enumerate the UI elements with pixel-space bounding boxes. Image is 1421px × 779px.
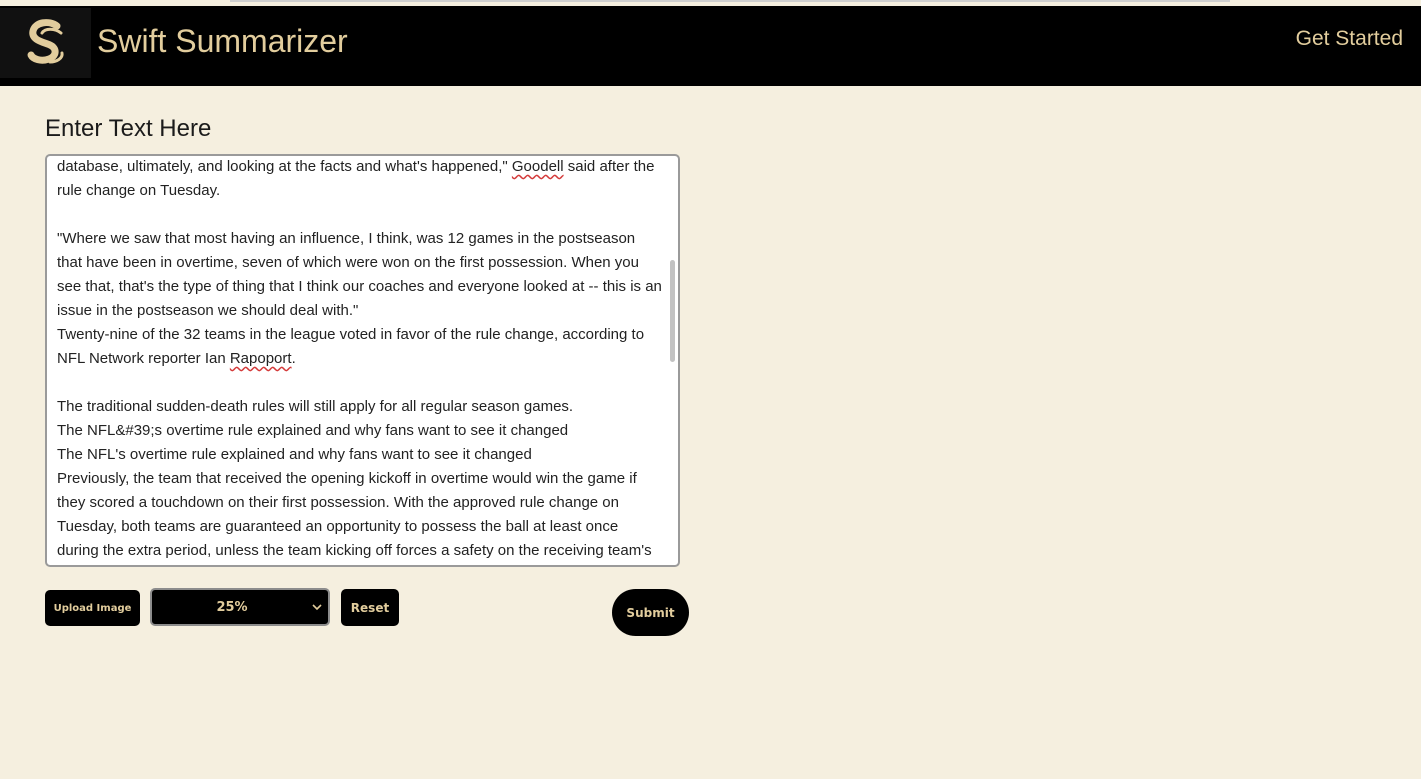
textarea-scrollbar[interactable] [670,260,675,362]
text-line [57,371,662,395]
text-line: database, ultimately, and looking at the… [57,158,655,199]
summary-ratio-select[interactable]: 25% [150,588,330,626]
header-bar: Swift Summarizer Get Started [0,6,1421,86]
section-title: Enter Text Here [45,115,212,142]
top-border-line [230,0,1230,2]
spellcheck-word: Goodell [511,158,564,175]
brand-title: Swift Summarizer [97,23,348,59]
text-input-content[interactable]: database, ultimately, and looking at the… [57,156,662,563]
text-line: The NFL&#39;s overtime rule explained an… [57,422,569,439]
text-line: "Where we saw that most having an influe… [57,230,662,319]
text-line [57,203,662,227]
spellcheck-word: Rapoport [229,350,292,367]
get-started-link[interactable]: Get Started [1296,27,1403,51]
text-line: Previously, the team that received the o… [57,470,652,559]
logo[interactable] [0,8,91,78]
reset-button[interactable]: Reset [341,589,399,626]
stylized-s-logo-icon [27,19,64,64]
chevron-down-icon [312,604,322,611]
text-line: Twenty-nine of the 32 teams in the leagu… [57,326,645,367]
upload-image-button[interactable]: Upload Image [45,590,140,626]
text-line: The NFL's overtime rule explained and wh… [57,446,532,463]
select-value: 25% [216,599,248,615]
text-input-area[interactable]: database, ultimately, and looking at the… [45,154,680,567]
text-line: The traditional sudden-death rules will … [57,398,574,415]
submit-button[interactable]: Submit [612,589,689,636]
